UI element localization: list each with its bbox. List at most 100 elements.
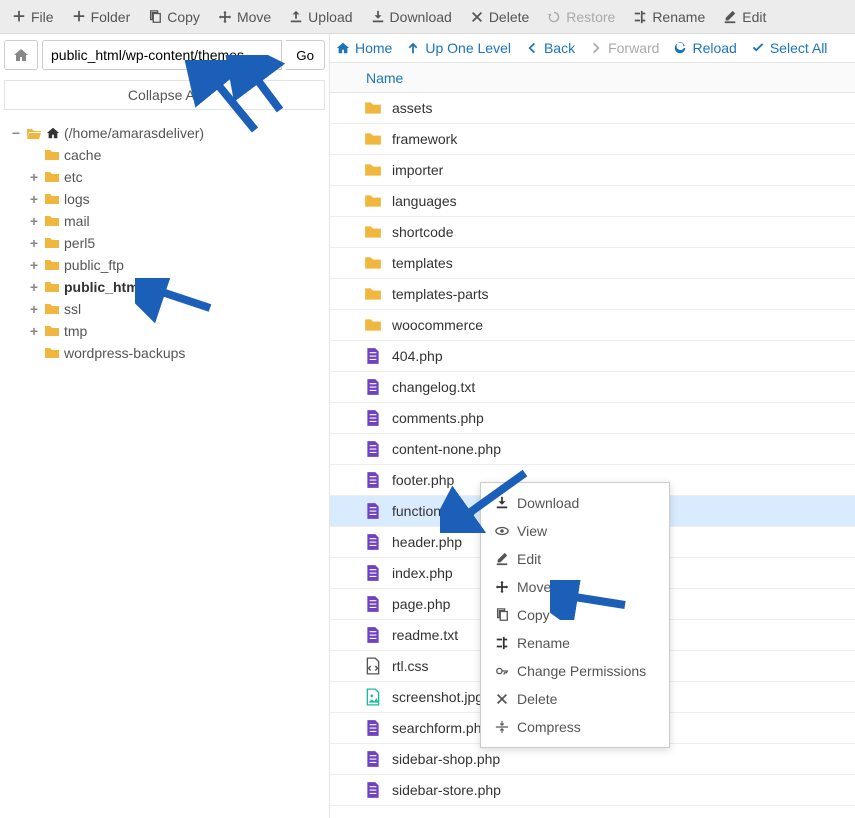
tree-item-public-ftp[interactable]: +public_ftp	[28, 254, 321, 276]
tree-root[interactable]: − (/home/amarasdeliver)	[10, 122, 321, 144]
toolbar-label: Delete	[489, 9, 529, 25]
tree-item-cache[interactable]: cache	[28, 144, 321, 166]
path-input[interactable]	[42, 40, 282, 70]
expander-icon: +	[28, 276, 40, 298]
home-icon	[336, 41, 350, 55]
ctx-copy[interactable]: Copy	[481, 601, 669, 629]
folder-icon	[364, 130, 382, 148]
file-row[interactable]: content-none.php	[330, 434, 855, 465]
folder-icon	[364, 223, 382, 241]
nav-label: Home	[355, 40, 392, 56]
go-button[interactable]: Go	[286, 40, 325, 70]
nav-up[interactable]: Up One Level	[406, 40, 511, 56]
file-css-icon	[364, 657, 382, 675]
toolbar-edit-button[interactable]: Edit	[715, 5, 774, 29]
expander-icon: +	[28, 166, 40, 188]
file-icon	[364, 781, 382, 799]
toolbar-copy-button[interactable]: Copy	[140, 5, 208, 29]
tree-item-logs[interactable]: +logs	[28, 188, 321, 210]
file-row[interactable]: templates-parts	[330, 279, 855, 310]
ctx-rename[interactable]: Rename	[481, 629, 669, 657]
header-label: Name	[366, 70, 403, 86]
toolbar-file-button[interactable]: File	[4, 5, 62, 29]
tree-item-mail[interactable]: +mail	[28, 210, 321, 232]
file-name: index.php	[392, 565, 453, 581]
context-menu: DownloadViewEditMoveCopyRenameChange Per…	[480, 482, 670, 748]
file-icon	[364, 595, 382, 613]
toolbar-upload-button[interactable]: Upload	[281, 5, 360, 29]
ctx-change-permissions[interactable]: Change Permissions	[481, 657, 669, 685]
folder-open-icon	[26, 125, 42, 141]
file-row[interactable]: shortcode	[330, 217, 855, 248]
home-icon	[13, 47, 29, 63]
tree-label: wordpress-backups	[64, 342, 185, 364]
toolbar-label: Edit	[742, 9, 766, 25]
toolbar-folder-button[interactable]: Folder	[64, 5, 139, 29]
file-name: templates	[392, 255, 453, 271]
tree-item-etc[interactable]: + etc	[28, 166, 321, 188]
nav-back[interactable]: Back	[525, 40, 575, 56]
tree-label: cache	[64, 144, 101, 166]
toolbar-rename-button[interactable]: Rename	[625, 5, 713, 29]
ctx-delete[interactable]: Delete	[481, 685, 669, 713]
nav-label: Back	[544, 40, 575, 56]
file-name: sidebar-store.php	[392, 782, 501, 798]
file-name: header.php	[392, 534, 462, 550]
collapse-all-button[interactable]: Collapse All	[4, 80, 325, 110]
compress-icon	[495, 720, 509, 734]
file-row[interactable]: sidebar-shop.php	[330, 744, 855, 775]
file-icon	[364, 564, 382, 582]
toolbar-label: Copy	[167, 9, 200, 25]
folder-icon	[364, 99, 382, 117]
file-name: searchform.php	[392, 720, 489, 736]
ctx-compress[interactable]: Compress	[481, 713, 669, 741]
path-bar: Go	[0, 34, 329, 76]
ctx-view[interactable]: View	[481, 517, 669, 545]
tree-item-perl5[interactable]: +perl5	[28, 232, 321, 254]
file-row[interactable]: importer	[330, 155, 855, 186]
expander-icon: +	[28, 320, 40, 342]
tree-item-public-html[interactable]: +public_html	[28, 276, 321, 298]
file-name: templates-parts	[392, 286, 488, 302]
file-row[interactable]: sidebar-store.php	[330, 775, 855, 806]
nav-home[interactable]: Home	[336, 40, 392, 56]
file-row[interactable]: 404.php	[330, 341, 855, 372]
file-row[interactable]: framework	[330, 124, 855, 155]
tree-item-ssl[interactable]: +ssl	[28, 298, 321, 320]
forward-icon	[589, 41, 603, 55]
ctx-edit[interactable]: Edit	[481, 545, 669, 573]
column-header-name[interactable]: Name	[330, 63, 855, 93]
file-row[interactable]: comments.php	[330, 403, 855, 434]
tree-item-wordpress-backups[interactable]: wordpress-backups	[28, 342, 321, 364]
toolbar-delete-button[interactable]: Delete	[462, 5, 537, 29]
toolbar-move-button[interactable]: Move	[210, 5, 279, 29]
toolbar-download-button[interactable]: Download	[363, 5, 460, 29]
nav-label: Reload	[692, 40, 736, 56]
file-row[interactable]: changelog.txt	[330, 372, 855, 403]
nav-reload[interactable]: Reload	[673, 40, 736, 56]
tree-label: etc	[64, 166, 83, 188]
nav-forward: Forward	[589, 40, 659, 56]
copy-icon	[148, 10, 162, 24]
nav-select-all[interactable]: Select All	[751, 40, 828, 56]
file-row[interactable]: assets	[330, 93, 855, 124]
view-icon	[495, 524, 509, 538]
file-row[interactable]: languages	[330, 186, 855, 217]
expander-icon: +	[28, 254, 40, 276]
file-name: footer.php	[392, 472, 454, 488]
file-name: framework	[392, 131, 457, 147]
rename-icon	[495, 636, 509, 650]
ctx-download[interactable]: Download	[481, 489, 669, 517]
toolbar-label: File	[31, 9, 54, 25]
file-row[interactable]: templates	[330, 248, 855, 279]
file-icon	[364, 533, 382, 551]
file-name: importer	[392, 162, 443, 178]
ctx-label: Delete	[517, 691, 557, 707]
file-row[interactable]: woocommerce	[330, 310, 855, 341]
file-name: shortcode	[392, 224, 453, 240]
tree-label: ssl	[64, 298, 81, 320]
tree-label: perl5	[64, 232, 95, 254]
tree-item-tmp[interactable]: +tmp	[28, 320, 321, 342]
home-button[interactable]	[4, 40, 38, 70]
ctx-move[interactable]: Move	[481, 573, 669, 601]
